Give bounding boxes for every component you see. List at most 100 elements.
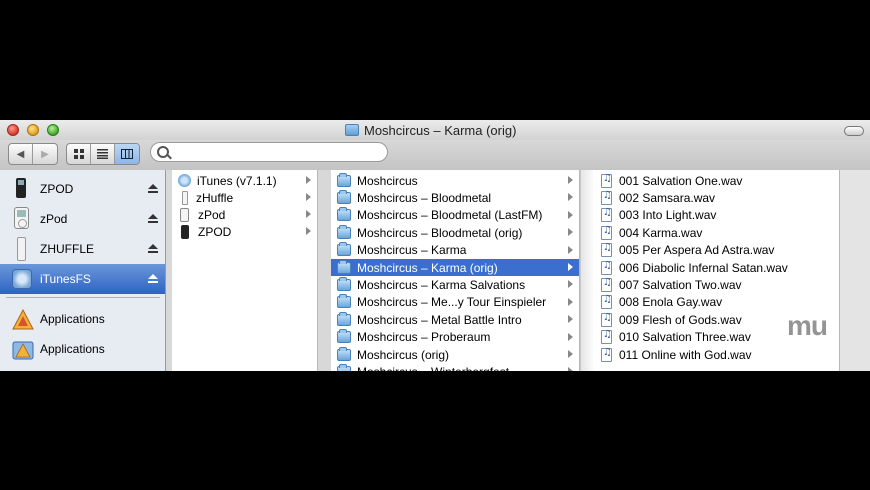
chevron-right-icon: [568, 350, 573, 358]
sidebar-item-label: ZHUFFLE: [40, 242, 94, 256]
list-item[interactable]: Moshcircus: [331, 172, 579, 189]
chevron-right-icon: [568, 315, 573, 324]
list-item-label: Moshcircus – Proberaum: [357, 330, 491, 345]
itunes-icon: [178, 174, 191, 187]
list-item[interactable]: 011 Online with God.wav: [593, 346, 839, 363]
audio-file-icon: [601, 312, 612, 327]
list-item[interactable]: 004 Karma.wav: [593, 224, 839, 241]
minimize-button[interactable]: [27, 124, 39, 136]
icon-view-button[interactable]: [67, 144, 91, 164]
chevron-right-icon: [568, 210, 573, 219]
list-item[interactable]: Moshcircus – Me...y Tour Einspieler: [331, 294, 579, 311]
column-3-scrollbar[interactable]: [840, 170, 870, 371]
sidebar-item-zpod-white[interactable]: zPod: [0, 204, 165, 234]
forward-button[interactable]: ▶: [33, 144, 57, 164]
list-item[interactable]: Moshcircus – Karma: [331, 242, 579, 259]
list-item[interactable]: 005 Per Aspera Ad Astra.wav: [593, 242, 839, 259]
list-item[interactable]: 007 Salvation Two.wav: [593, 276, 839, 293]
ipod-white-icon: [12, 207, 32, 231]
folder-icon: [345, 124, 359, 136]
search-input[interactable]: [173, 144, 377, 161]
window-title: Moshcircus – Karma (orig): [345, 122, 516, 138]
list-item-label: Moshcircus – Bloodmetal (orig): [357, 225, 523, 240]
chevron-right-icon: [568, 367, 573, 371]
list-item[interactable]: Moshcircus – Bloodmetal (LastFM): [331, 207, 579, 224]
search-icon: [157, 146, 169, 158]
list-item[interactable]: Moshcircus – Proberaum: [331, 329, 579, 346]
back-button[interactable]: ◀: [9, 144, 33, 164]
chevron-right-icon: [568, 176, 573, 184]
applications-folder-icon: [12, 307, 34, 331]
list-item-label: zPod: [198, 207, 226, 222]
eject-icon[interactable]: [148, 244, 158, 254]
list-item-label: 010 Salvation Three.wav: [619, 330, 751, 345]
search-field[interactable]: [150, 142, 388, 162]
column-2-scrollbar[interactable]: [580, 170, 593, 371]
back-forward-group: ◀ ▶: [8, 143, 58, 165]
folder-icon: [337, 172, 351, 187]
list-item[interactable]: Moshcircus – Bloodmetal (orig): [331, 224, 579, 241]
list-item-label: zHuffle: [196, 190, 234, 205]
forward-arrow-icon: ▶: [41, 148, 49, 160]
icon-view-icon: [73, 149, 84, 159]
audio-file-icon: [601, 173, 612, 188]
eject-icon[interactable]: [148, 214, 158, 224]
sidebar-item-zhuffle[interactable]: ZHUFFLE: [0, 234, 165, 264]
view-mode-group: [66, 143, 140, 165]
list-item[interactable]: Moshcircus (orig): [331, 346, 579, 363]
folder-icon: [337, 311, 351, 326]
folder-icon: [337, 189, 351, 204]
sidebar: ZPOD zPod ZHUFFLE iTunesFS Applications: [0, 170, 166, 371]
list-item-label: 005 Per Aspera Ad Astra.wav: [619, 243, 775, 258]
list-item[interactable]: Moshcircus – Bloodmetal: [331, 189, 579, 206]
list-item-label: Moshcircus (orig): [357, 347, 450, 362]
eject-icon[interactable]: [148, 274, 158, 284]
ipod-shuffle-icon: [12, 237, 32, 261]
audio-file-icon: [601, 294, 612, 310]
list-item[interactable]: ZPOD: [172, 223, 317, 240]
eject-icon[interactable]: [148, 184, 158, 194]
list-item[interactable]: zHuffle: [172, 189, 317, 206]
close-button[interactable]: [7, 124, 19, 136]
list-item-label: iTunes (v7.1.1): [197, 173, 277, 188]
chevron-right-icon: [306, 227, 311, 235]
ipod-black-icon: [181, 224, 189, 239]
list-item-label: Moshcircus – Bloodmetal (LastFM): [357, 208, 543, 223]
folder-icon: [337, 207, 351, 222]
column-2: Moshcircus Moshcircus – Bloodmetal Moshcir…: [331, 170, 580, 371]
list-item[interactable]: Moshcircus – Karma Salvations: [331, 276, 579, 293]
title-bar[interactable]: Moshcircus – Karma (orig): [0, 120, 870, 140]
list-item[interactable]: 006 Diabolic Infernal Satan.wav: [593, 259, 839, 276]
chevron-right-icon: [568, 280, 573, 289]
list-item-label: 001 Salvation One.wav: [619, 173, 743, 188]
list-view-button[interactable]: [91, 144, 115, 164]
list-item[interactable]: 008 Enola Gay.wav: [593, 294, 839, 311]
audio-file-icon: [601, 207, 612, 223]
list-item-label: Moshcircus – Karma: [357, 243, 467, 258]
sidebar-item-applications-2[interactable]: Applications: [0, 334, 165, 364]
list-item[interactable]: Moshcircus – Karma (orig): [331, 259, 579, 276]
list-item-label: Moshcircus – Me...y Tour Einspieler: [357, 295, 547, 310]
list-item[interactable]: Moshcircus – Metal Battle Intro: [331, 311, 579, 328]
column-resize-handle[interactable]: [318, 170, 331, 371]
toolbar: ◀ ▶: [0, 140, 870, 170]
sidebar-item-label: iTunesFS: [40, 272, 91, 286]
column-view-button[interactable]: [115, 144, 139, 164]
list-item[interactable]: zPod: [172, 206, 317, 223]
toolbar-toggle-button[interactable]: [844, 126, 864, 136]
back-arrow-icon: ◀: [16, 148, 25, 160]
ipod-white-icon: [180, 207, 189, 222]
list-item[interactable]: 003 Into Light.wav: [593, 207, 839, 224]
list-item[interactable]: iTunes (v7.1.1): [172, 172, 317, 189]
watermark-logo: mu: [787, 310, 828, 341]
sidebar-item-zpod[interactable]: ZPOD: [0, 174, 165, 204]
list-item[interactable]: 001 Salvation One.wav: [593, 172, 839, 189]
zoom-button[interactable]: [47, 124, 59, 136]
audio-file-icon: [601, 347, 612, 362]
chevron-right-icon: [568, 297, 573, 306]
list-item[interactable]: Moshcircus – Winterbergfest: [331, 363, 579, 371]
sidebar-item-applications[interactable]: Applications: [0, 304, 165, 334]
chevron-right-icon: [568, 263, 573, 271]
list-item[interactable]: 002 Samsara.wav: [593, 189, 839, 206]
sidebar-item-itunesfs[interactable]: iTunesFS: [0, 264, 165, 294]
